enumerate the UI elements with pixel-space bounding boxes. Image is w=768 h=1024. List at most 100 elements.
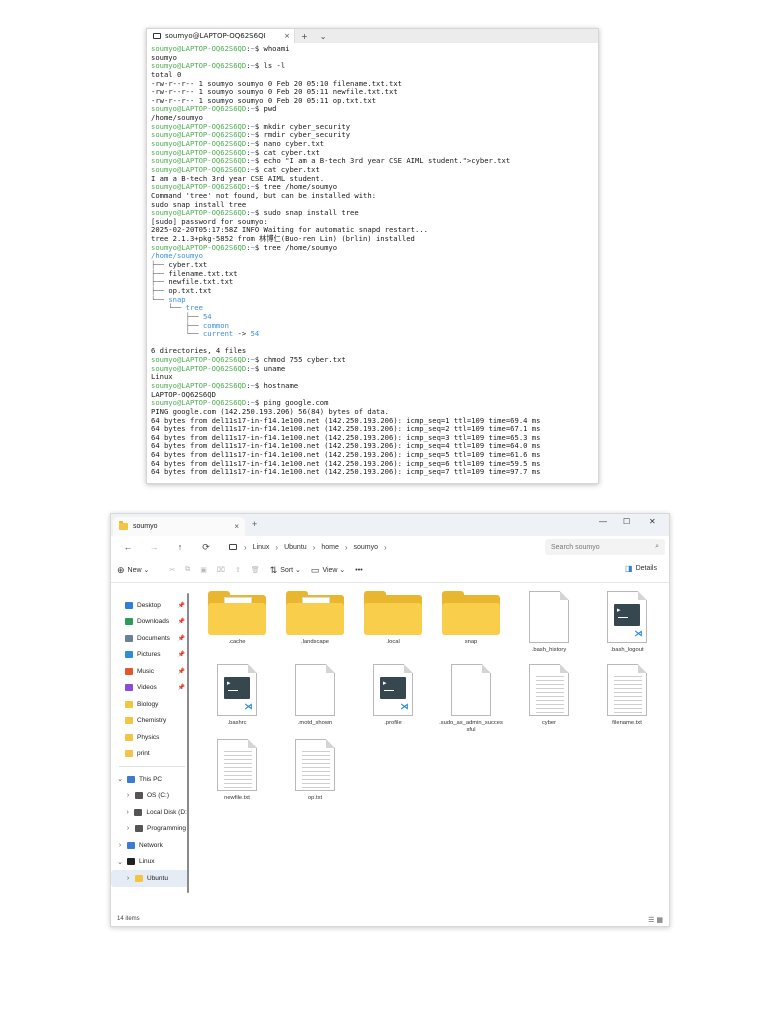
breadcrumb-separator[interactable]: › bbox=[345, 543, 348, 552]
tree-item[interactable]: › OS (C:) bbox=[111, 788, 189, 805]
delete-icon[interactable]: 🗑 bbox=[251, 566, 260, 574]
minimize-button[interactable]: — bbox=[599, 517, 607, 526]
folder-icon bbox=[135, 874, 143, 882]
breadcrumb-item[interactable]: home bbox=[321, 544, 339, 551]
folder-item[interactable]: .landscape bbox=[279, 591, 351, 646]
tree-item[interactable]: › Ubuntu bbox=[111, 870, 189, 887]
sidebar-item[interactable]: Documents 📌 bbox=[111, 630, 189, 647]
terminal-text: $ cat cyber.txt bbox=[254, 164, 320, 174]
tree-item[interactable]: › Programming bbox=[111, 821, 189, 838]
vscode-file-icon: ⋊ bbox=[607, 591, 647, 643]
sidebar-item[interactable]: Downloads 📌 bbox=[111, 614, 189, 631]
explorer-tab[interactable]: soumyo × bbox=[113, 517, 245, 536]
terminal-text: tree bbox=[185, 303, 203, 313]
new-tab-button[interactable]: + bbox=[252, 519, 257, 529]
view-button[interactable]: ▭ View ⌄ bbox=[311, 565, 345, 576]
breadcrumb-item[interactable]: soumyo bbox=[354, 544, 379, 551]
terminal-text: ├── bbox=[151, 320, 203, 330]
folder-item[interactable]: .local bbox=[357, 591, 429, 646]
terminal-tab-title: soumyo@LAPTOP-OQ62S6QI bbox=[165, 32, 266, 40]
sidebar-item-label: Music bbox=[137, 667, 154, 675]
terminal-text: $ ping google.com bbox=[254, 398, 329, 408]
rename-icon[interactable]: ⌧ bbox=[217, 566, 225, 574]
chevron-right-icon[interactable]: › bbox=[123, 825, 133, 832]
file-item[interactable]: op.txt bbox=[279, 739, 351, 802]
new-tab-button[interactable]: + bbox=[295, 32, 314, 41]
sidebar-item[interactable]: Pictures 📌 bbox=[111, 647, 189, 664]
file-item[interactable]: newfile.txt bbox=[201, 739, 273, 802]
sort-button[interactable]: ⇅ Sort ⌄ bbox=[270, 565, 301, 576]
sidebar-item[interactable]: print bbox=[111, 746, 189, 763]
breadcrumb-separator[interactable]: › bbox=[313, 543, 316, 552]
more-options-button[interactable]: ••• bbox=[355, 567, 362, 574]
terminal-text: PING google.com (142.250.193.206) 56(84)… bbox=[151, 406, 389, 416]
view-switcher[interactable]: ☰ ▦ bbox=[648, 916, 663, 924]
chevron-down-icon[interactable]: ⌄ bbox=[115, 775, 125, 783]
share-icon[interactable]: ⇪ bbox=[235, 566, 241, 574]
up-button[interactable]: ↑ bbox=[167, 542, 193, 552]
back-button[interactable]: ← bbox=[115, 542, 141, 552]
chevron-right-icon[interactable]: › bbox=[115, 842, 125, 849]
terminal-text: 6 directories, 4 files bbox=[151, 346, 247, 356]
file-item[interactable]: .bash_history bbox=[513, 591, 585, 654]
file-item[interactable]: ⋊ .bashrc bbox=[201, 664, 273, 727]
maximize-button[interactable]: ☐ bbox=[623, 517, 630, 526]
tree-item[interactable]: ⌄ This PC bbox=[111, 771, 189, 788]
close-window-button[interactable]: ✕ bbox=[649, 517, 656, 526]
sidebar-item-label: Downloads bbox=[137, 618, 170, 626]
terminal-text: [sudo] password for soumyo: bbox=[151, 216, 268, 226]
terminal-tab[interactable]: soumyo@LAPTOP-OQ62S6QI × bbox=[147, 29, 295, 43]
cut-icon[interactable]: ✂ bbox=[169, 566, 175, 574]
terminal-text: $ hostname bbox=[254, 380, 299, 390]
terminal-text: ├── bbox=[151, 311, 203, 321]
tree-item[interactable]: ⌄ Linux bbox=[111, 854, 189, 871]
forward-button[interactable]: → bbox=[141, 542, 167, 552]
refresh-button[interactable]: ⟳ bbox=[193, 542, 219, 553]
tree-item-label: Network bbox=[139, 841, 163, 849]
file-item[interactable]: .motd_shown bbox=[279, 664, 351, 727]
file-item[interactable]: .sudo_as_admin_successful bbox=[435, 664, 507, 734]
close-icon[interactable]: × bbox=[234, 522, 239, 531]
folder-item[interactable]: snap bbox=[435, 591, 507, 646]
details-button[interactable]: ◨ Details bbox=[625, 564, 657, 573]
search-input[interactable]: Search soumyo ⌕ bbox=[545, 539, 665, 555]
tree-item[interactable]: › Network bbox=[111, 837, 189, 854]
new-label: New bbox=[127, 566, 142, 574]
file-item[interactable]: filename.txt bbox=[591, 664, 663, 727]
terminal-output[interactable]: soumyo@LAPTOP-OQ62S6QD:~$ whoami soumyo so… bbox=[147, 43, 598, 479]
chevron-right-icon[interactable]: › bbox=[123, 875, 133, 882]
tree-item[interactable]: › Local Disk (D:) bbox=[111, 804, 189, 821]
file-item[interactable]: ⋊ .profile bbox=[357, 664, 429, 727]
desktop-icon bbox=[125, 601, 133, 609]
sidebar-item[interactable]: Videos 📌 bbox=[111, 680, 189, 697]
breadcrumb-separator[interactable]: › bbox=[275, 543, 278, 552]
close-icon[interactable]: × bbox=[284, 32, 290, 40]
file-name: .landscape bbox=[300, 639, 330, 645]
paste-icon[interactable]: ▣ bbox=[200, 566, 207, 574]
file-name: filename.txt bbox=[612, 720, 642, 726]
chevron-right-icon[interactable]: › bbox=[123, 809, 132, 816]
explorer-titlebar: soumyo × + — ☐ ✕ bbox=[111, 514, 669, 536]
navigation-pane-scrollbar[interactable] bbox=[187, 593, 189, 893]
sidebar-item[interactable]: Physics bbox=[111, 729, 189, 746]
pin-icon: 📌 bbox=[177, 652, 185, 659]
tree-item-label: OS (C:) bbox=[147, 792, 170, 800]
sidebar-item[interactable]: Music 📌 bbox=[111, 663, 189, 680]
new-button[interactable]: ⊕ New ⌄ bbox=[117, 565, 149, 576]
chevron-down-icon[interactable]: ⌄ bbox=[115, 858, 125, 866]
breadcrumb-separator[interactable]: › bbox=[384, 543, 387, 552]
sidebar-item[interactable]: Biology bbox=[111, 696, 189, 713]
terminal-text: filename.txt.txt bbox=[168, 268, 238, 278]
chevron-right-icon[interactable]: › bbox=[123, 792, 133, 799]
chevron-down-icon[interactable]: ⌄ bbox=[314, 32, 333, 41]
breadcrumb-separator[interactable]: › bbox=[244, 543, 247, 552]
file-item[interactable]: cyber bbox=[513, 664, 585, 727]
sidebar-item[interactable]: Desktop 📌 bbox=[111, 597, 189, 614]
sidebar-item[interactable]: Chemistry bbox=[111, 713, 189, 730]
breadcrumb-item[interactable]: Linux bbox=[253, 544, 270, 551]
breadcrumb-item[interactable]: Ubuntu bbox=[284, 544, 307, 551]
copy-icon[interactable]: ⧉ bbox=[185, 566, 190, 574]
address-bar[interactable]: › Linux › Ubuntu › home › soumyo › bbox=[225, 539, 535, 555]
folder-item[interactable]: .cache bbox=[201, 591, 273, 646]
file-item[interactable]: ⋊ .bash_logout bbox=[591, 591, 663, 654]
